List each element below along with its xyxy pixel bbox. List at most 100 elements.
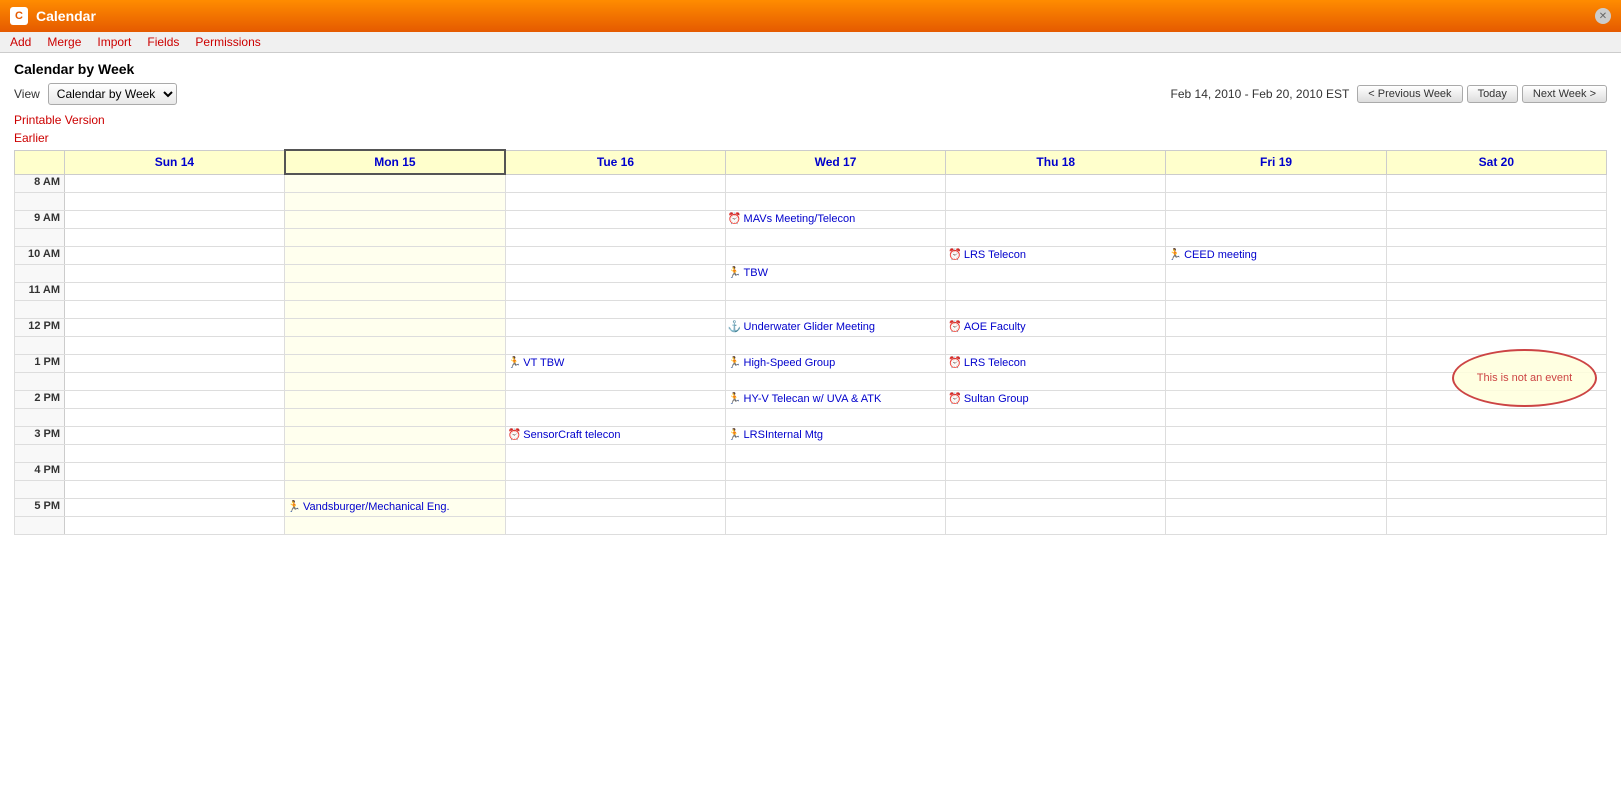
event-lrs-telecon[interactable]: ⏰LRS Telecon [948, 248, 1163, 261]
calendar-table: Sun 14 Mon 15 Tue 16 Wed 17 Thu 18 Fri 1… [14, 149, 1607, 535]
calendar-container: Sun 14 Mon 15 Tue 16 Wed 17 Thu 18 Fri 1… [0, 149, 1621, 535]
day-link-wed[interactable]: Wed 17 [815, 155, 857, 169]
cell-wed-2pm[interactable]: 🏃HY-V Telecan w/ UVA & ATK [725, 390, 945, 408]
navigation-buttons: < Previous Week Today Next Week > [1357, 85, 1607, 103]
table-row [15, 228, 1607, 246]
cell-wed-9am[interactable]: ⏰MAVs Meeting/Telecon [725, 210, 945, 228]
table-row [15, 408, 1607, 426]
printable-version-link[interactable]: Printable Version [14, 113, 105, 127]
next-week-button[interactable]: Next Week > [1522, 85, 1607, 103]
close-button[interactable]: ✕ [1595, 8, 1611, 24]
cell-thu-12pm[interactable]: ⏰AOE Faculty [946, 318, 1166, 336]
menu-permissions[interactable]: Permissions [195, 35, 260, 49]
table-row [15, 516, 1607, 534]
day-header-wed: Wed 17 [725, 150, 945, 174]
cell-sun-8am[interactable] [65, 174, 285, 192]
cell-wed-3pm[interactable]: 🏃LRSInternal Mtg [725, 426, 945, 444]
table-row [15, 192, 1607, 210]
view-label: View [14, 87, 40, 101]
table-row: 3 PM ⏰SensorCraft telecon 🏃LRSInternal M… [15, 426, 1607, 444]
cell-wed-12pm[interactable]: ⚓Underwater Glider Meeting [725, 318, 945, 336]
earlier-link: Earlier [0, 129, 1621, 149]
table-row [15, 300, 1607, 318]
time-label-5pm: 5 PM [15, 498, 65, 516]
cell-wed-10-30[interactable]: 🏃TBW [725, 264, 945, 282]
time-header-col [15, 150, 65, 174]
event-lrs-telecon2[interactable]: ⏰LRS Telecon [948, 356, 1163, 369]
day-header-sun: Sun 14 [65, 150, 285, 174]
table-row [15, 372, 1607, 390]
table-row: 10 AM ⏰LRS Telecon 🏃CEED meeting [15, 246, 1607, 264]
cell-tue-1pm[interactable]: 🏃VT TBW [505, 354, 725, 372]
event-vandsburger[interactable]: 🏃Vandsburger/Mechanical Eng. [287, 500, 502, 513]
cell-tue-3pm[interactable]: ⏰SensorCraft telecon [505, 426, 725, 444]
cell-fri-8am[interactable] [1166, 174, 1386, 192]
cell-tue-8am[interactable] [505, 174, 725, 192]
event-tbw[interactable]: 🏃TBW [728, 266, 943, 279]
event-mavs-meeting[interactable]: ⏰MAVs Meeting/Telecon [728, 212, 943, 225]
menu-bar: Add Merge Import Fields Permissions [0, 32, 1621, 53]
event-vt-tbw[interactable]: 🏃VT TBW [508, 356, 723, 369]
calendar-icon: C [10, 7, 28, 25]
menu-fields[interactable]: Fields [147, 35, 179, 49]
menu-import[interactable]: Import [97, 35, 131, 49]
time-label-9am: 9 AM [15, 210, 65, 228]
prev-week-button[interactable]: < Previous Week [1357, 85, 1462, 103]
table-row: 12 PM ⚓Underwater Glider Meeting ⏰AOE Fa… [15, 318, 1607, 336]
day-header-thu: Thu 18 [946, 150, 1166, 174]
day-link-mon[interactable]: Mon 15 [374, 155, 415, 169]
table-row: 11 AM [15, 282, 1607, 300]
cell-mon-8am[interactable] [285, 174, 505, 192]
view-select[interactable]: Calendar by Week [48, 83, 177, 105]
time-label-11am: 11 AM [15, 282, 65, 300]
header-section: Calendar by Week View Calendar by Week F… [0, 53, 1621, 109]
app-title: Calendar [36, 8, 96, 24]
event-lrs-internal[interactable]: 🏃LRSInternal Mtg [728, 428, 943, 441]
time-label-3pm: 3 PM [15, 426, 65, 444]
event-sensorcraft-telecon[interactable]: ⏰SensorCraft telecon [508, 428, 723, 441]
table-row [15, 480, 1607, 498]
cell-sat-8am[interactable] [1386, 174, 1606, 192]
cell-thu-1pm[interactable]: ⏰LRS Telecon [946, 354, 1166, 372]
menu-add[interactable]: Add [10, 35, 31, 49]
time-label-10am: 10 AM [15, 246, 65, 264]
cell-thu-2pm[interactable]: ⏰Sultan Group [946, 390, 1166, 408]
table-row: 2 PM 🏃HY-V Telecan w/ UVA & ATK ⏰Sultan … [15, 390, 1607, 408]
printable-link: Printable Version [0, 109, 1621, 129]
table-row: 4 PM [15, 462, 1607, 480]
menu-merge[interactable]: Merge [47, 35, 81, 49]
today-button[interactable]: Today [1467, 85, 1518, 103]
event-high-speed-group[interactable]: 🏃High-Speed Group [728, 356, 943, 369]
time-label-2pm: 2 PM [15, 390, 65, 408]
time-label-12pm: 12 PM [15, 318, 65, 336]
event-hy-v-telecan[interactable]: 🏃HY-V Telecan w/ UVA & ATK [728, 392, 943, 405]
day-link-tue[interactable]: Tue 16 [597, 155, 634, 169]
cell-wed-8am[interactable] [725, 174, 945, 192]
date-range: Feb 14, 2010 - Feb 20, 2010 EST [1171, 87, 1350, 101]
earlier-link-a[interactable]: Earlier [14, 131, 49, 145]
day-link-sun[interactable]: Sun 14 [155, 155, 194, 169]
time-label-8am: 8 AM [15, 174, 65, 192]
table-row [15, 444, 1607, 462]
table-row [15, 336, 1607, 354]
table-row: 1 PM 🏃VT TBW 🏃High-Speed Group ⏰LRS Tele… [15, 354, 1607, 372]
cell-wed-1pm[interactable]: 🏃High-Speed Group [725, 354, 945, 372]
day-header-tue: Tue 16 [505, 150, 725, 174]
day-link-sat[interactable]: Sat 20 [1479, 155, 1514, 169]
cell-thu-10am[interactable]: ⏰LRS Telecon [946, 246, 1166, 264]
time-empty [15, 192, 65, 210]
day-header-sat: Sat 20 [1386, 150, 1606, 174]
event-underwater-glider[interactable]: ⚓Underwater Glider Meeting [728, 320, 943, 333]
cell-thu-8am[interactable] [946, 174, 1166, 192]
day-link-thu[interactable]: Thu 18 [1036, 155, 1075, 169]
table-row: 8 AM [15, 174, 1607, 192]
event-sultan-group[interactable]: ⏰Sultan Group [948, 392, 1163, 405]
cell-fri-10am[interactable]: 🏃CEED meeting [1166, 246, 1386, 264]
time-label-1pm: 1 PM [15, 354, 65, 372]
event-ceed-meeting[interactable]: 🏃CEED meeting [1168, 248, 1383, 261]
cell-mon-5pm[interactable]: 🏃Vandsburger/Mechanical Eng. [285, 498, 505, 516]
day-link-fri[interactable]: Fri 19 [1260, 155, 1292, 169]
page-title: Calendar by Week [14, 61, 1607, 77]
event-aoe-faculty[interactable]: ⏰AOE Faculty [948, 320, 1163, 333]
table-row: 9 AM ⏰MAVs Meeting/Telecon [15, 210, 1607, 228]
